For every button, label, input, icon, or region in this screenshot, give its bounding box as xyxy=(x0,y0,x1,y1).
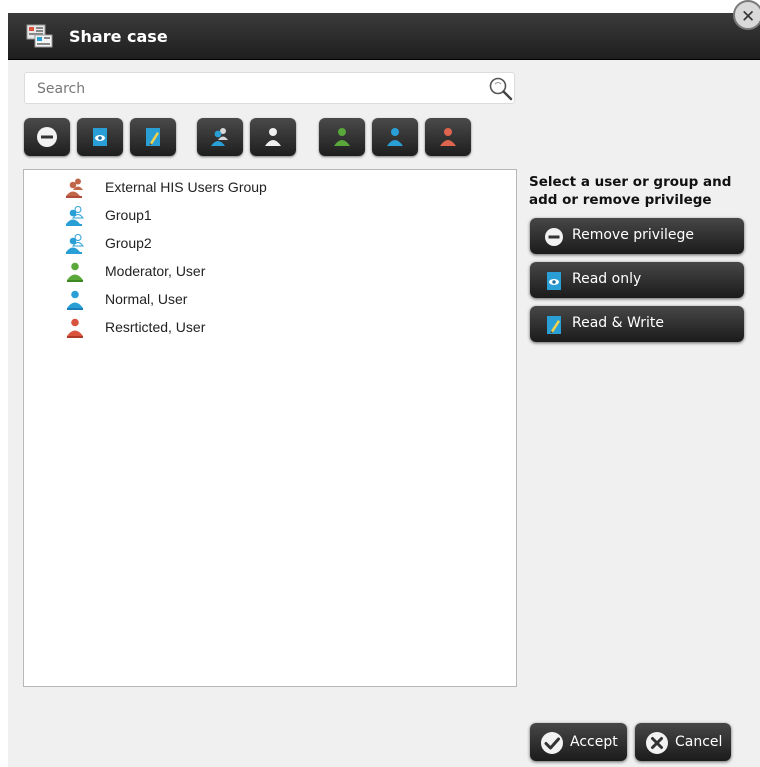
share-case-dialog: Share case Search External HIS Users Gro… xyxy=(8,13,760,767)
toolbar-restricted-user-button[interactable] xyxy=(425,118,471,156)
normal-user-icon xyxy=(64,289,88,311)
list-item-label: External HIS Users Group xyxy=(105,179,267,195)
instruction-text: Select a user or group and add or remove… xyxy=(529,174,732,208)
read-write-icon xyxy=(544,315,564,335)
close-icon[interactable]: ✕ xyxy=(733,0,760,30)
dialog-title: Share case xyxy=(69,27,168,46)
accept-button[interactable]: Accept xyxy=(530,723,627,761)
search-box xyxy=(24,72,515,105)
list-item-label: Group1 xyxy=(105,207,152,223)
list-item[interactable]: Resrticted, User xyxy=(64,317,504,341)
list-item[interactable]: Moderator, User xyxy=(64,261,504,285)
list-item-label: Normal, User xyxy=(105,291,188,307)
list-item[interactable]: Group2 xyxy=(64,233,504,257)
list-item-label: Resrticted, User xyxy=(105,319,206,335)
share-case-icon xyxy=(26,24,54,48)
toolbar-user-button[interactable] xyxy=(250,118,296,156)
moderator-user-icon xyxy=(64,261,88,283)
read-only-button[interactable]: Read only xyxy=(530,262,744,298)
read-write-label: Read & Write xyxy=(572,315,664,331)
remove-privilege-icon xyxy=(544,227,564,247)
remove-privilege-button[interactable]: Remove privilege xyxy=(530,218,744,254)
toolbar-read-write-button[interactable] xyxy=(130,118,176,156)
list-item[interactable]: Normal, User xyxy=(64,289,504,313)
list-item-label: Group2 xyxy=(105,235,152,251)
restricted-user-icon xyxy=(64,317,88,339)
toolbar-remove-privilege-button[interactable] xyxy=(24,118,70,156)
external-group-icon xyxy=(64,177,88,199)
toolbar-group-button[interactable] xyxy=(197,118,243,156)
read-write-button[interactable]: Read & Write xyxy=(530,306,744,342)
title-bar: Share case xyxy=(8,13,760,60)
cancel-label: Cancel xyxy=(675,734,723,750)
toolbar-moderator-button[interactable] xyxy=(319,118,365,156)
cancel-icon xyxy=(645,731,669,755)
list-item-label: Moderator, User xyxy=(105,263,206,279)
list-item[interactable]: Group1 xyxy=(64,205,504,229)
group-icon xyxy=(64,205,88,227)
group-icon xyxy=(64,233,88,255)
list-item[interactable]: External HIS Users Group xyxy=(64,177,504,201)
user-group-list: External HIS Users Group Group1 Group2 M… xyxy=(23,169,517,687)
search-input[interactable] xyxy=(25,73,479,105)
check-icon xyxy=(540,731,564,755)
accept-label: Accept xyxy=(570,734,618,750)
toolbar-normal-user-button[interactable] xyxy=(372,118,418,156)
magnifier-icon[interactable] xyxy=(488,76,514,102)
toolbar-read-only-button[interactable] xyxy=(77,118,123,156)
remove-privilege-label: Remove privilege xyxy=(572,227,694,243)
read-only-label: Read only xyxy=(572,271,642,287)
cancel-button[interactable]: Cancel xyxy=(635,723,731,761)
read-only-icon xyxy=(544,271,564,291)
